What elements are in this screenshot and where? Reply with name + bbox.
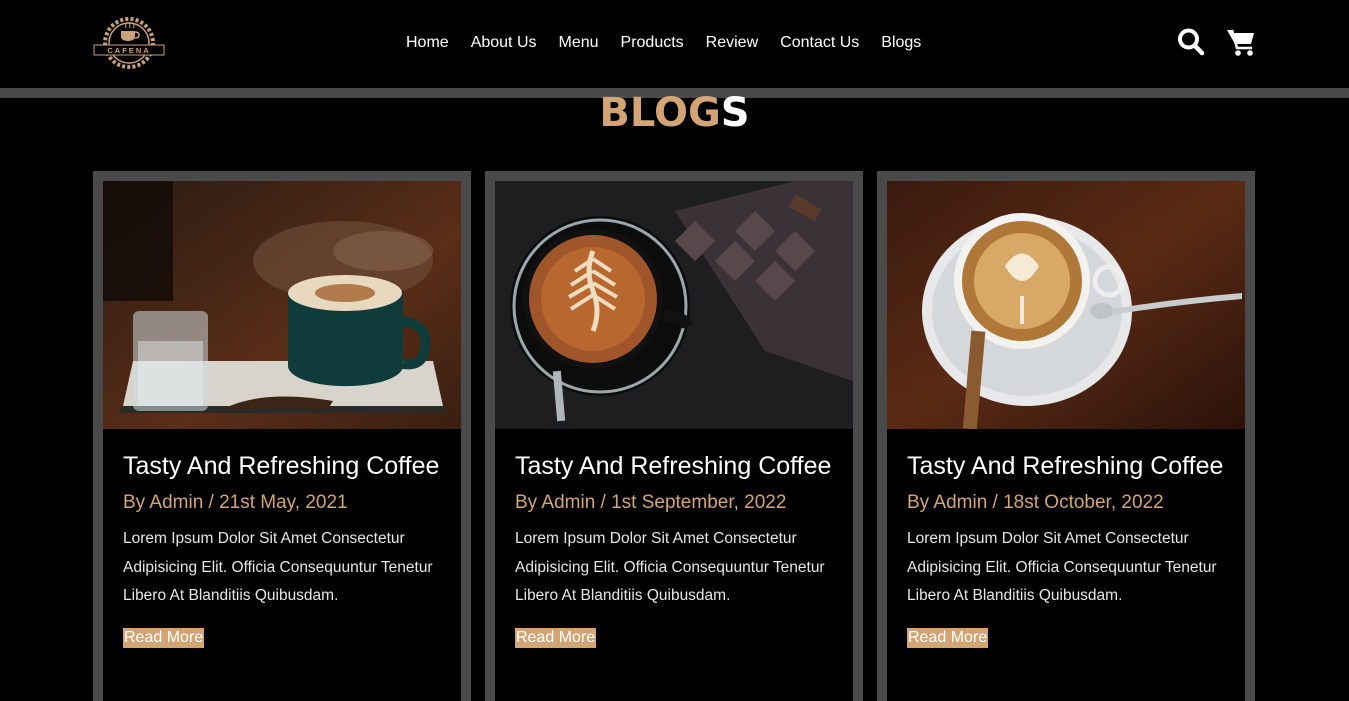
blog-card: Tasty And Refreshing Coffee By Admin / 1… <box>485 171 863 701</box>
nav-blogs[interactable]: Blogs <box>870 31 932 55</box>
nav-menu[interactable]: Menu <box>548 31 610 55</box>
blog-description: Lorem Ipsum Dolor Sit Amet Consectetur A… <box>123 530 433 604</box>
blog-image-latte-top-view[interactable] <box>495 181 853 429</box>
nav-about-us[interactable]: About Us <box>460 31 548 55</box>
blog-description: Lorem Ipsum Dolor Sit Amet Consectetur A… <box>907 530 1217 604</box>
section-title-plain: S <box>720 90 750 136</box>
read-more-button[interactable]: Read More <box>123 627 205 648</box>
site-header: CAFENA Home About Us Menu Products Revie… <box>0 0 1349 88</box>
blog-description: Lorem Ipsum Dolor Sit Amet Consectetur A… <box>515 530 825 604</box>
read-more-button[interactable]: Read More <box>515 627 597 648</box>
nav-home[interactable]: Home <box>395 31 460 55</box>
blog-meta: By Admin / 18st October, 2022 <box>907 492 1164 513</box>
blog-card: Tasty And Refreshing Coffee By Admin / 2… <box>93 171 471 701</box>
read-more-button[interactable]: Read More <box>907 627 989 648</box>
blog-title[interactable]: Tasty And Refreshing Coffee <box>123 451 441 481</box>
nav-products[interactable]: Products <box>610 31 695 55</box>
blog-image-coffee-tray[interactable] <box>103 181 461 429</box>
cart-icon[interactable] <box>1226 26 1256 58</box>
main-nav: Home About Us Menu Products Review Conta… <box>395 31 932 55</box>
section-title-accent: BLOG <box>599 90 721 136</box>
blog-image-cappuccino-saucer[interactable] <box>887 181 1245 429</box>
nav-contact-us[interactable]: Contact Us <box>769 31 870 55</box>
blog-meta: By Admin / 1st September, 2022 <box>515 492 787 513</box>
blog-card: Tasty And Refreshing Coffee By Admin / 1… <box>877 171 1255 701</box>
section-title: BLOGS <box>0 90 1349 136</box>
blog-title[interactable]: Tasty And Refreshing Coffee <box>515 451 833 481</box>
search-icon[interactable] <box>1176 26 1206 58</box>
blog-meta: By Admin / 21st May, 2021 <box>123 492 348 513</box>
blog-title[interactable]: Tasty And Refreshing Coffee <box>907 451 1225 481</box>
nav-review[interactable]: Review <box>695 31 769 55</box>
cafena-logo[interactable]: CAFENA <box>92 13 166 73</box>
logo-text: CAFENA <box>107 46 150 55</box>
header-actions <box>1176 26 1256 58</box>
